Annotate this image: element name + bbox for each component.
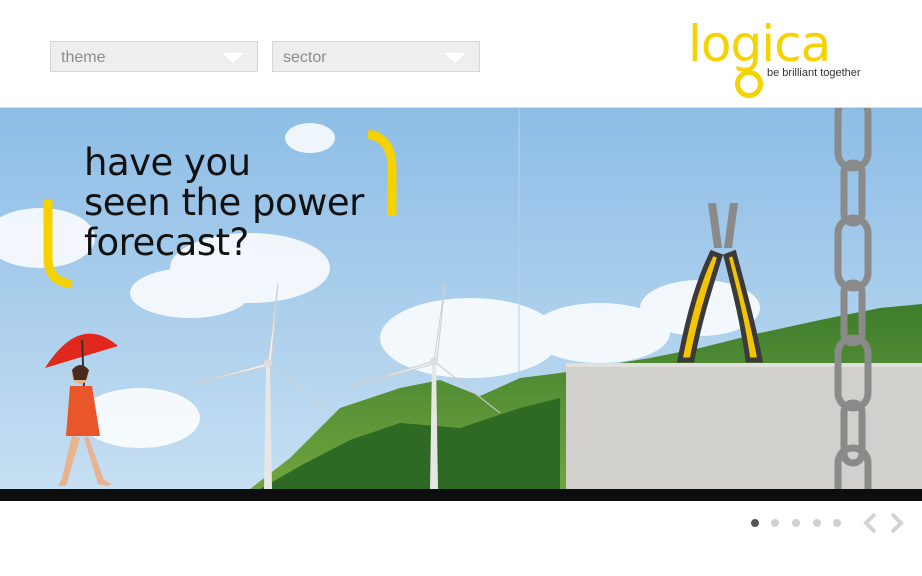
hero-bottom-bar [0,489,922,501]
carousel-dot[interactable] [771,519,779,527]
logo-wordmark: logica [688,15,831,73]
sector-dropdown[interactable]: sector [272,41,480,72]
chevron-right-icon[interactable] [886,512,906,534]
carousel-dot[interactable] [833,519,841,527]
headline-line: seen the power [84,181,364,224]
logo-dot-icon [735,70,763,98]
chevron-down-icon [444,53,466,63]
carousel-dot[interactable] [792,519,800,527]
logica-logo[interactable]: logica be brilliant together [688,18,878,98]
theme-dropdown-value: theme [61,49,106,66]
site-header: theme sector logica be brilliant togethe… [0,0,922,108]
carousel-dot[interactable] [751,519,759,527]
carousel-dot[interactable] [813,519,821,527]
headline-line: have you [84,141,251,184]
logo-tagline: be brilliant together [767,67,861,79]
hero-headline: have you seen the power forecast? [84,143,364,263]
headline-line: forecast? [84,221,249,264]
chevron-down-icon [222,53,244,63]
chevron-left-icon[interactable] [861,512,881,534]
sector-dropdown-value: sector [283,49,327,66]
theme-dropdown[interactable]: theme [50,41,258,72]
